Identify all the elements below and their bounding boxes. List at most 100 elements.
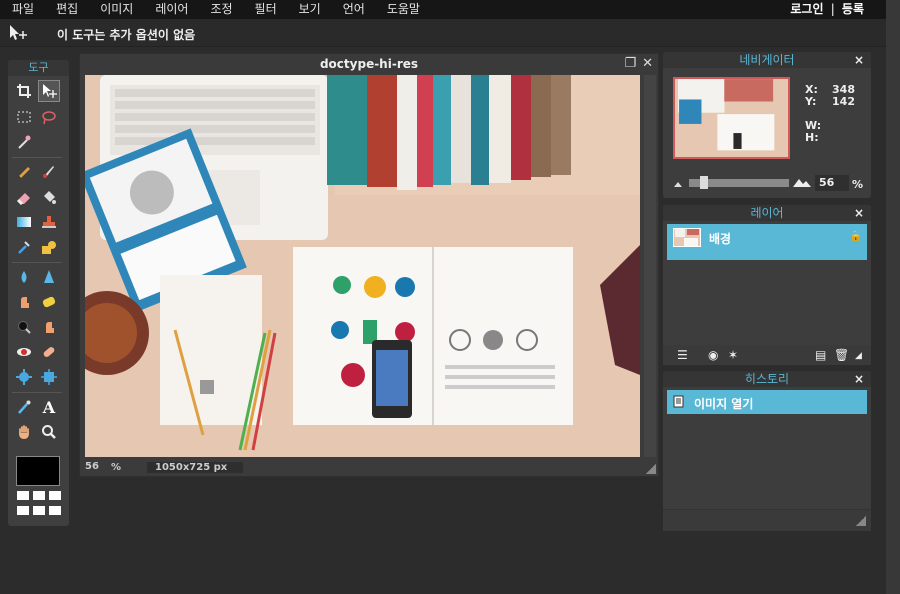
zoom-tool-icon[interactable] [38,421,60,443]
color-swatches[interactable] [17,491,61,517]
menu-edit[interactable]: 편집 [45,0,89,19]
swatch[interactable] [33,491,45,500]
layer-name: 배경 [709,232,732,246]
login-link[interactable]: 로그인 [790,0,823,19]
lock-icon: 🔒 [849,231,862,242]
foreground-color-swatch[interactable] [16,456,60,486]
burn-tool-icon[interactable] [13,316,35,338]
paint-bucket-tool-icon[interactable] [38,186,60,208]
crop-tool-icon[interactable] [13,80,35,102]
move-tool-icon [10,25,27,40]
brush-tool-icon[interactable] [38,160,60,182]
type-tool-icon[interactable]: A [38,396,60,418]
navigator-coordinates: X: 348 Y: 142 W: H: [805,84,855,144]
document-statusbar: 56 % 1050x725 px [85,459,640,475]
zoom-slider-handle[interactable] [700,176,708,189]
resize-handle-icon[interactable] [646,464,656,474]
dodge-tool-icon[interactable] [38,316,60,338]
layer-item[interactable]: 배경 🔒 [667,224,867,260]
menu-file[interactable]: 파일 [0,0,45,19]
zoom-unit: % [852,178,864,191]
zoom-unit: % [111,462,122,473]
bloat-tool-icon[interactable] [13,366,35,388]
register-link[interactable]: 등록 [842,0,864,19]
swatch[interactable] [49,505,61,515]
menu-image[interactable]: 이미지 [89,0,144,19]
options-bar: 이 도구는 추가 옵션이 없음 [0,19,886,47]
swatch[interactable] [17,505,29,515]
menu-view[interactable]: 보기 [288,0,332,19]
new-layer-icon[interactable]: ▤ [815,348,826,362]
zoom-in-icon[interactable] [793,175,811,189]
menu-filter[interactable]: 필터 [244,0,288,19]
layer-settings-icon[interactable]: ☰ [677,348,688,362]
menu-language[interactable]: 언어 [332,0,376,19]
canvas-vertical-scrollbar[interactable] [644,75,656,457]
navigator-thumbnail[interactable] [673,77,790,159]
layer-styles-icon[interactable]: ✶ [728,348,738,362]
document-title: doctype-hi-res [319,57,419,71]
layers-toolbar: ☰ ◉ ✶ ▤ 🗑 ◢ [663,345,871,365]
zoom-slider[interactable] [673,175,811,191]
close-icon[interactable]: × [854,205,864,221]
sharpen-tool-icon[interactable] [38,266,60,288]
magic-wand-tool-icon[interactable] [13,131,35,153]
navigator-title: 네비게이터 × [663,52,871,68]
document-titlebar[interactable]: doctype-hi-res ❐ ✕ [80,54,658,74]
y-label: Y: [805,95,817,108]
history-panel: 히스토리 × 이미지 열기 [663,371,871,531]
clone-stamp-tool-icon[interactable] [38,211,60,233]
page-scrollbar[interactable] [886,0,900,594]
menu-adjust[interactable]: 조정 [199,0,243,19]
account-links: 로그인 | 등록 [790,0,864,19]
blur-tool-icon[interactable] [13,266,35,288]
tools-title: 도구 [8,60,69,76]
swatch[interactable] [17,491,29,500]
color-replace-tool-icon[interactable] [13,236,35,258]
layers-title-text: 레이어 [750,206,784,220]
eraser-tool-icon[interactable] [13,186,35,208]
menu-layer[interactable]: 레이어 [144,0,199,19]
image-dimensions: 1050x725 px [147,462,243,473]
delete-layer-icon[interactable]: 🗑 [834,348,849,362]
lasso-tool-icon[interactable] [38,106,60,128]
pencil-tool-icon[interactable] [13,160,35,182]
move-tool-icon[interactable] [38,80,60,102]
sponge-tool-icon[interactable] [38,291,60,313]
zoom-level[interactable]: 56 [85,461,99,472]
history-title-text: 히스토리 [744,372,790,386]
resize-handle-icon[interactable]: ◢ [855,351,862,361]
zoom-out-icon[interactable] [673,177,685,191]
drawing-tool-icon[interactable] [38,236,60,258]
navigator-thumbnail-image [675,79,788,157]
layer-mask-icon[interactable]: ◉ [708,348,718,362]
options-text: 이 도구는 추가 옵션이 없음 [57,28,196,42]
resize-handle-icon[interactable] [856,516,866,526]
zoom-input[interactable]: 56 [815,175,849,191]
close-icon[interactable]: ✕ [642,54,653,74]
separator: | [830,2,835,16]
marquee-tool-icon[interactable] [13,106,35,128]
image-canvas[interactable] [85,75,640,457]
document-icon [673,395,685,411]
red-eye-tool-icon[interactable] [13,341,35,363]
smudge-tool-icon[interactable] [13,291,35,313]
gradient-tool-icon[interactable] [13,211,35,233]
close-icon[interactable]: × [854,371,864,387]
restore-window-icon[interactable]: ❐ [624,54,636,74]
swatch[interactable] [33,505,45,515]
color-picker-tool-icon[interactable] [13,396,35,418]
pinch-tool-icon[interactable] [38,366,60,388]
y-value: 142 [832,95,855,108]
swatch[interactable] [49,491,61,500]
spot-heal-tool-icon[interactable] [38,341,60,363]
h-label: H: [805,131,819,144]
navigator-panel: 네비게이터 × X: 348 Y: 142 W: H: 56 % [663,52,871,198]
menu-help[interactable]: 도움말 [376,0,431,19]
navigator-title-text: 네비게이터 [739,53,795,67]
history-item[interactable]: 이미지 열기 [667,390,867,414]
close-icon[interactable]: × [854,52,864,68]
divider [12,392,62,393]
hand-tool-icon[interactable] [13,421,35,443]
tools-panel: 도구 A [8,60,69,526]
